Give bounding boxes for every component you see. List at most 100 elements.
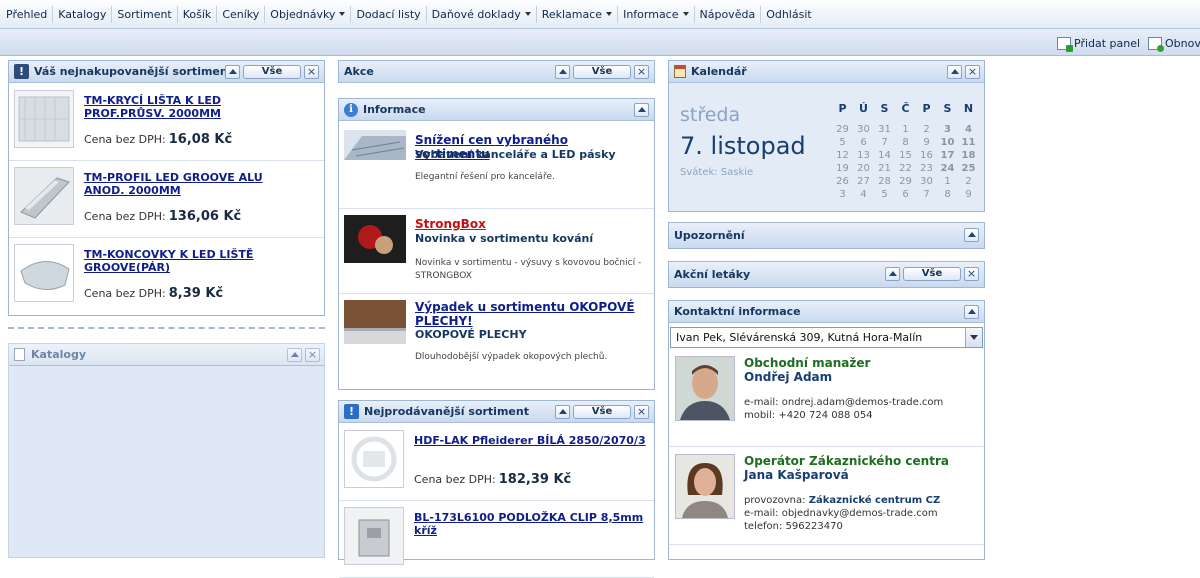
collapse-button[interactable] <box>225 65 240 79</box>
calendar-day[interactable]: 29 <box>832 124 853 137</box>
calendar-day[interactable]: 4 <box>958 124 979 137</box>
calendar-day[interactable]: 5 <box>874 189 895 202</box>
menu-item[interactable]: Daňové doklady <box>425 5 536 23</box>
product-thumbnail[interactable] <box>344 507 404 565</box>
calendar-day[interactable]: 9 <box>958 189 979 202</box>
calendar-day[interactable]: 21 <box>874 163 895 176</box>
calendar-day[interactable]: 14 <box>874 150 895 163</box>
email-link[interactable]: ondrej.adam@demos-trade.com <box>782 397 944 408</box>
contact-role: Operátor Zákaznického centra <box>744 454 949 468</box>
close-button[interactable]: × <box>305 348 320 362</box>
calendar-day[interactable]: 24 <box>937 163 958 176</box>
news-title-link[interactable]: StrongBox <box>415 217 645 231</box>
product-name-link[interactable]: BL-173L6100 PODLOŽKA CLIP 8,5mm kříž <box>414 511 649 537</box>
calendar-week: 19 20 21 22 23 24 25 <box>832 163 979 176</box>
refresh-button[interactable]: Obnovi <box>1148 35 1200 52</box>
calendar-day[interactable]: 11 <box>958 137 979 150</box>
calendar-day[interactable]: 18 <box>958 150 979 163</box>
calendar-day[interactable]: 13 <box>853 150 874 163</box>
product-name-link[interactable]: TM-PROFIL LED GROOVE ALU ANOD. 2000MM <box>84 171 294 197</box>
calendar-day[interactable]: 5 <box>832 137 853 150</box>
calendar-day[interactable]: 2 <box>958 176 979 189</box>
calendar-day[interactable]: 9 <box>916 137 937 150</box>
close-button[interactable]: × <box>634 405 649 419</box>
calendar-day[interactable]: 19 <box>832 163 853 176</box>
calendar-day[interactable]: 28 <box>874 176 895 189</box>
menu-item[interactable]: Reklamace <box>535 5 617 23</box>
calendar-day[interactable]: 6 <box>895 189 916 202</box>
close-button[interactable]: × <box>965 65 980 79</box>
product-thumbnail[interactable] <box>14 244 74 302</box>
news-title-link[interactable]: Výpadek u sortimentu OKOPOVÉ PLECHY! <box>415 300 645 328</box>
calendar-day[interactable]: 20 <box>853 163 874 176</box>
calendar-day[interactable]: 26 <box>832 176 853 189</box>
month-grid: P Ú S Č P S N 29 30 31 1 2 3 4 5 6 7 8 9 10 11 12 13 14 15 16 17 18… <box>832 102 979 202</box>
weekday-header: Ú <box>859 102 868 115</box>
news-image[interactable] <box>344 300 406 347</box>
menu-item[interactable]: Objednávky <box>264 5 350 23</box>
all-button[interactable]: Vše <box>573 405 631 419</box>
calendar-day[interactable]: 2 <box>916 124 937 137</box>
calendar-day[interactable]: 3 <box>937 124 958 137</box>
all-button[interactable]: Vše <box>243 65 301 79</box>
email-link[interactable]: objednavky@demos-trade.com <box>782 508 938 519</box>
close-button[interactable]: × <box>634 65 649 79</box>
menu-item[interactable]: Odhlásit <box>760 5 817 23</box>
calendar-day[interactable]: 8 <box>937 189 958 202</box>
calendar-day[interactable]: 12 <box>832 150 853 163</box>
calendar-day[interactable]: 22 <box>895 163 916 176</box>
calendar-day[interactable]: 15 <box>895 150 916 163</box>
product-thumbnail[interactable] <box>14 167 74 225</box>
product-name-link[interactable]: TM-KRYCÍ LIŠTA K LED PROF.PRŮSV. 2000MM <box>84 94 294 120</box>
calendar-panel: Kalendář × středa 7. listopad Svátek: Sa… <box>668 60 985 212</box>
calendar-day[interactable]: 1 <box>937 176 958 189</box>
calendar-day[interactable]: 23 <box>916 163 937 176</box>
calendar-day[interactable]: 10 <box>937 137 958 150</box>
calendar-day[interactable]: 3 <box>832 189 853 202</box>
branch-select[interactable]: Ivan Pek, Slévárenská 309, Kutná Hora-Ma… <box>670 327 983 348</box>
contact-line: mobil: +420 724 088 054 <box>744 410 873 421</box>
calendar-day[interactable]: 17 <box>937 150 958 163</box>
calendar-day[interactable]: 31 <box>874 124 895 137</box>
product-name-link[interactable]: HDF-LAK Pfleiderer BÍLÁ 2850/2070/3 <box>414 434 649 447</box>
calendar-day[interactable]: 25 <box>958 163 979 176</box>
menu-item[interactable]: Informace <box>617 5 693 23</box>
collapse-button[interactable] <box>287 348 302 362</box>
news-image[interactable] <box>344 130 406 163</box>
menu-item[interactable]: Katalogy <box>52 5 111 23</box>
menu-item[interactable]: Přehled <box>1 6 52 23</box>
all-button[interactable]: Vše <box>573 65 631 79</box>
menu-item[interactable]: Dodací listy <box>350 5 425 23</box>
menu-item[interactable]: Nápověda <box>693 5 761 23</box>
collapse-button[interactable] <box>964 228 979 242</box>
product-thumbnail[interactable] <box>344 430 404 488</box>
product-name-link[interactable]: TM-KONCOVKY K LED LIŠTĚ GROOVE(PÁR) <box>84 248 294 274</box>
add-panel-button[interactable]: Přidat panel <box>1057 35 1140 52</box>
calendar-day[interactable]: 29 <box>895 176 916 189</box>
collapse-button[interactable] <box>964 305 979 319</box>
product-thumbnail[interactable] <box>14 90 74 148</box>
collapse-button[interactable] <box>947 65 962 79</box>
close-button[interactable]: × <box>964 267 979 281</box>
menu-item[interactable]: Sortiment <box>111 5 176 23</box>
close-button[interactable]: × <box>304 65 319 79</box>
calendar-day[interactable]: 7 <box>916 189 937 202</box>
news-image[interactable] <box>344 215 406 266</box>
calendar-day[interactable]: 1 <box>895 124 916 137</box>
menu-item[interactable]: Košík <box>176 5 217 23</box>
calendar-day[interactable]: 6 <box>853 137 874 150</box>
calendar-day[interactable]: 30 <box>853 124 874 137</box>
chevron-down-icon[interactable] <box>965 328 982 347</box>
calendar-day[interactable]: 4 <box>853 189 874 202</box>
calendar-day[interactable]: 16 <box>916 150 937 163</box>
collapse-button[interactable] <box>634 103 649 117</box>
collapse-button[interactable] <box>555 405 570 419</box>
calendar-day[interactable]: 30 <box>916 176 937 189</box>
calendar-day[interactable]: 8 <box>895 137 916 150</box>
all-button[interactable]: Vše <box>903 267 961 281</box>
collapse-button[interactable] <box>555 65 570 79</box>
calendar-day[interactable]: 27 <box>853 176 874 189</box>
calendar-day[interactable]: 7 <box>874 137 895 150</box>
collapse-button[interactable] <box>885 267 900 281</box>
menu-item[interactable]: Ceníky <box>216 5 264 23</box>
